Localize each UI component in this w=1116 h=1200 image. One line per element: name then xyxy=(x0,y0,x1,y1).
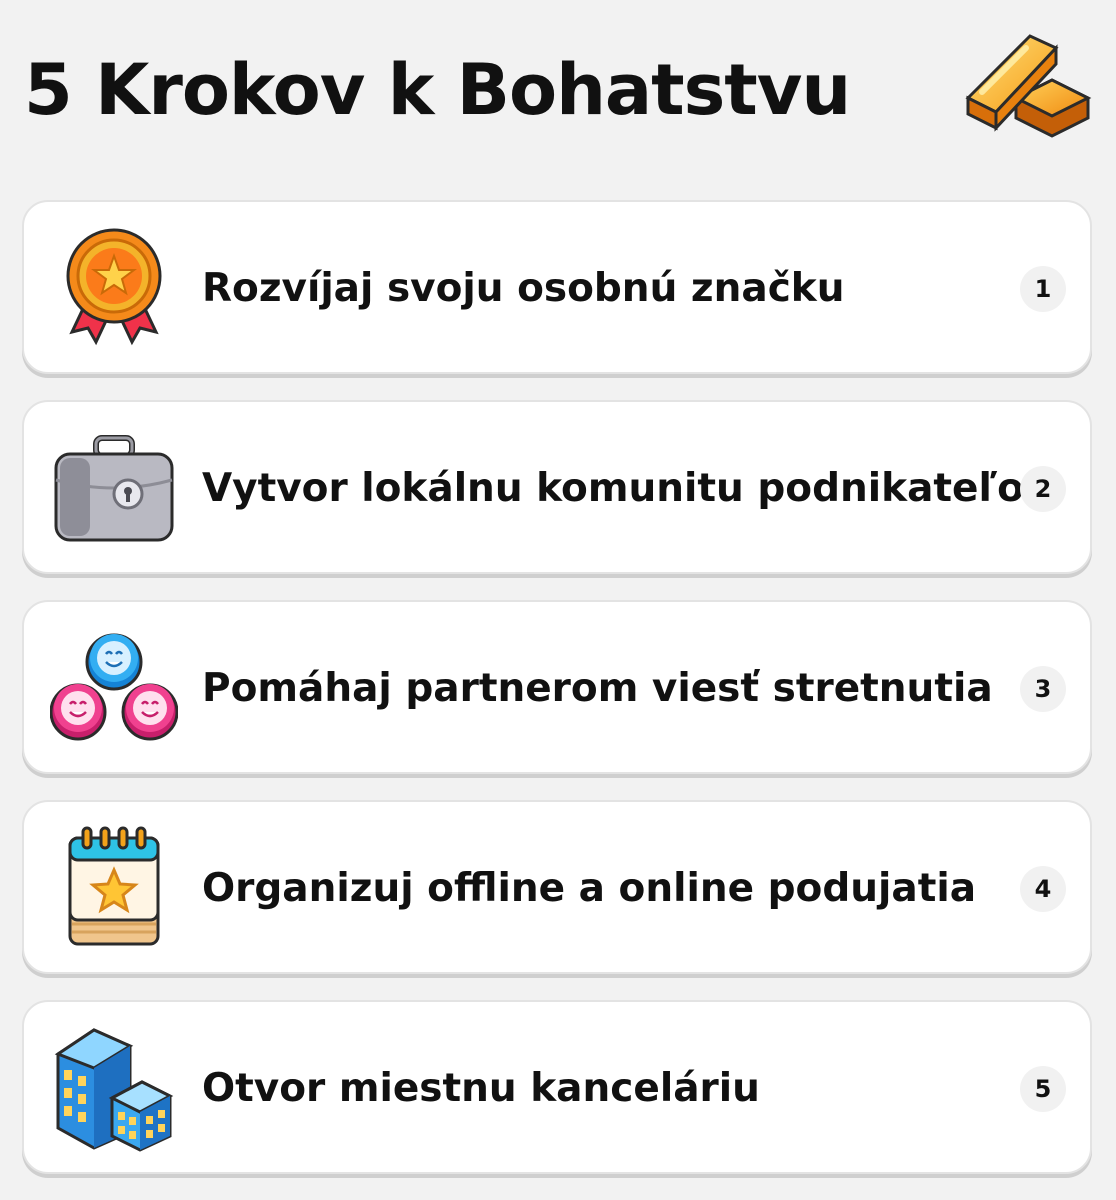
page-title: 5 Krokov k Bohatstvu xyxy=(24,49,851,131)
award-medal-icon xyxy=(66,228,162,346)
step-card-3[interactable]: Pomáhaj partnerom viesť stretnutia 3 xyxy=(22,600,1092,774)
step-number-badge: 3 xyxy=(1020,666,1066,712)
step-number-badge: 5 xyxy=(1020,1066,1066,1112)
step-label: Otvor miestnu kanceláriu xyxy=(202,1066,760,1111)
step-card-1[interactable]: Rozvíjaj svoju osobnú značku 1 xyxy=(22,200,1092,374)
gold-bars-icon xyxy=(965,34,1092,138)
step-card-2[interactable]: Vytvor lokálnu komunitu podnikateľov 2 xyxy=(22,400,1092,574)
step-label: Organizuj offline a online podujatia xyxy=(202,866,977,911)
step-number-badge: 4 xyxy=(1020,866,1066,912)
step-number-badge: 1 xyxy=(1020,266,1066,312)
people-group-icon xyxy=(50,633,178,741)
header: 5 Krokov k Bohatstvu xyxy=(0,0,1116,180)
step-label: Vytvor lokálnu komunitu podnikateľov xyxy=(202,466,1050,511)
step-label: Rozvíjaj svoju osobnú značku xyxy=(202,266,845,311)
briefcase-lock-icon xyxy=(54,435,174,542)
office-buildings-icon xyxy=(54,1028,174,1152)
step-label: Pomáhaj partnerom viesť stretnutia xyxy=(202,666,993,711)
calendar-star-icon xyxy=(68,826,160,946)
step-number-badge: 2 xyxy=(1020,466,1066,512)
step-card-5[interactable]: Otvor miestnu kanceláriu 5 xyxy=(22,1000,1092,1174)
step-card-4[interactable]: Organizuj offline a online podujatia 4 xyxy=(22,800,1092,974)
